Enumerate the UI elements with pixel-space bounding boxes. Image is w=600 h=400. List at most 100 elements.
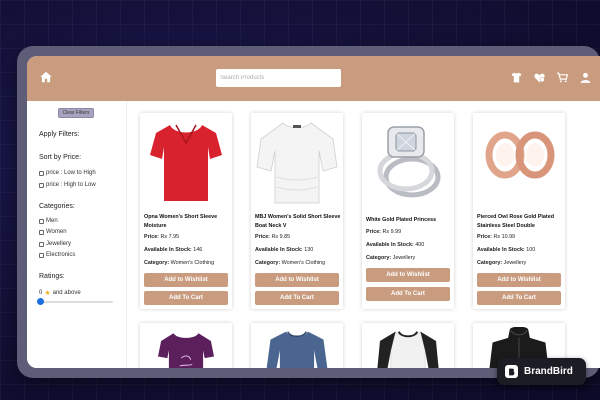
add-to-wishlist-button[interactable]: Add to Wishlist — [366, 268, 450, 282]
product-card: Opna Women's Short Sleeve Moisture Price… — [140, 113, 232, 309]
sort-heading: Sort by Price: — [39, 154, 82, 161]
product-price: Price: Rs 10.99 — [477, 234, 515, 240]
category-women[interactable]: Women — [39, 229, 67, 235]
sort-option-label: price : Low to High — [46, 170, 96, 176]
product-image-ring[interactable] — [366, 117, 450, 207]
product-price: Price: Rs 7.95 — [144, 234, 179, 240]
category-jewellery[interactable]: Jewellery — [39, 241, 71, 247]
ratings-slider-track[interactable] — [39, 301, 113, 303]
add-to-wishlist-button[interactable]: Add to Wishlist — [144, 273, 228, 287]
product-card: Pierced Owl Rose Gold Plated Stainless S… — [473, 113, 565, 309]
price-value: Rs 9.85 — [271, 234, 291, 240]
category-value: Jewellery — [503, 260, 527, 266]
price-label: Price: — [255, 234, 270, 240]
price-value: Rs 10.99 — [493, 234, 516, 240]
category-label: Category: — [255, 260, 281, 266]
category-label: Women — [46, 229, 67, 235]
product-price: Price: Rs 9.99 — [366, 229, 401, 235]
stock-label: Available In Stock: — [255, 247, 303, 253]
price-label: Price: — [366, 229, 381, 235]
price-label: Price: — [144, 234, 159, 240]
filter-sidebar: Clear Filters Apply Filters: Sort by Pri… — [27, 101, 127, 368]
home-icon[interactable] — [39, 70, 53, 84]
product-title: Pierced Owl Rose Gold Plated Stainless S… — [477, 214, 554, 229]
ratings-heading: Ratings: — [39, 273, 65, 280]
price-value: Rs 9.99 — [382, 229, 402, 235]
stock-value: 400 — [415, 242, 425, 248]
app-window: Clear Filters Apply Filters: Sort by Pri… — [27, 56, 600, 368]
add-to-wishlist-button[interactable]: Add to Wishlist — [477, 273, 561, 287]
categories-heading: Categories: — [39, 203, 75, 210]
top-navbar — [27, 56, 600, 101]
product-category: Category: Jewellery — [477, 260, 526, 266]
stock-label: Available In Stock: — [477, 247, 525, 253]
nav-icons — [510, 71, 592, 84]
product-category: Category: Women's Clothing — [255, 260, 325, 266]
product-category: Category: Jewellery — [366, 255, 415, 261]
product-card — [140, 323, 232, 368]
wishlist-icon[interactable] — [533, 71, 546, 84]
product-title: MBJ Women's Solid Short Sleeve Boat Neck… — [255, 214, 341, 229]
ratings-suffix: and above — [52, 290, 81, 296]
price-value: Rs 7.95 — [160, 234, 180, 240]
add-to-cart-button[interactable]: Add To Cart — [477, 291, 561, 305]
sort-option-label: price : High to Low — [46, 182, 96, 188]
ratings-slider-thumb[interactable] — [37, 298, 44, 305]
product-image-blue-sweater[interactable] — [255, 327, 339, 368]
product-stock: Available In Stock: 400 — [366, 242, 424, 248]
product-title: Opna Women's Short Sleeve Moisture — [144, 214, 218, 229]
stock-value: 130 — [304, 247, 314, 253]
stock-value: 146 — [193, 247, 203, 253]
star-icon: ★ — [44, 290, 51, 297]
brandbird-logo-icon — [505, 365, 518, 378]
add-to-cart-button[interactable]: Add To Cart — [255, 291, 339, 305]
user-icon[interactable] — [579, 71, 592, 84]
add-to-cart-button[interactable]: Add To Cart — [144, 291, 228, 305]
product-grid: Opna Women's Short Sleeve Moisture Price… — [127, 101, 600, 368]
cart-icon[interactable] — [556, 71, 569, 84]
category-value: Jewellery — [392, 255, 416, 261]
radio-icon[interactable] — [39, 182, 44, 188]
checkbox-icon[interactable] — [39, 252, 44, 258]
product-stock: Available In Stock: 146 — [144, 247, 202, 253]
brandbird-badge: BrandBird — [497, 358, 586, 385]
sort-option-high-low[interactable]: price : High to Low — [39, 182, 96, 188]
stock-label: Available In Stock: — [144, 247, 192, 253]
add-to-cart-button[interactable]: Add To Cart — [366, 287, 450, 301]
category-electronics[interactable]: Electronics — [39, 252, 75, 258]
radio-icon[interactable] — [39, 170, 44, 176]
product-image-raglan-shirt[interactable] — [366, 327, 450, 368]
category-label: Electronics — [46, 252, 76, 258]
category-men[interactable]: Men — [39, 218, 58, 224]
product-card: MBJ Women's Solid Short Sleeve Boat Neck… — [251, 113, 343, 309]
ratings-value: 0 ★ and above — [39, 289, 81, 297]
product-image-purple-tshirt[interactable] — [144, 327, 228, 368]
category-label: Category: — [477, 260, 503, 266]
price-label: Price: — [477, 234, 492, 240]
product-image-red-tshirt[interactable] — [144, 117, 228, 207]
checkbox-icon[interactable] — [39, 229, 44, 235]
category-label: Category: — [144, 260, 170, 266]
product-card — [362, 323, 454, 368]
product-image-plugs[interactable] — [477, 117, 561, 207]
checkbox-icon[interactable] — [39, 241, 44, 247]
category-value: Women's Clothing — [281, 260, 326, 266]
category-value: Women's Clothing — [170, 260, 215, 266]
checkbox-icon[interactable] — [39, 218, 44, 224]
search-input[interactable] — [216, 69, 341, 87]
ratings-number: 0 — [39, 290, 43, 296]
category-label: Category: — [366, 255, 392, 261]
product-price: Price: Rs 9.85 — [255, 234, 290, 240]
stock-value: 100 — [526, 247, 536, 253]
product-title: White Gold Plated Princess — [366, 217, 437, 223]
clear-filters-button[interactable]: Clear Filters — [58, 108, 94, 118]
sort-option-low-high[interactable]: price : Low to High — [39, 170, 96, 176]
add-to-wishlist-button[interactable]: Add to Wishlist — [255, 273, 339, 287]
apply-filters-heading: Apply Filters: — [39, 131, 80, 138]
category-label: Jewellery — [46, 241, 72, 247]
product-stock: Available In Stock: 130 — [255, 247, 313, 253]
product-image-white-top[interactable] — [255, 117, 339, 207]
brandbird-label: BrandBird — [524, 366, 573, 377]
category-label: Men — [46, 218, 58, 224]
tshirt-icon[interactable] — [510, 71, 523, 84]
